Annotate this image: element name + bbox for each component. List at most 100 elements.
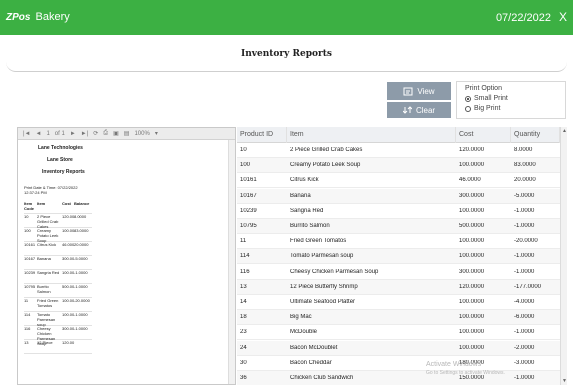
cell-product-id: 23 [240, 329, 247, 336]
print-icon[interactable]: ⎙ [103, 130, 108, 137]
mini-cell: -1.0000 [74, 312, 88, 317]
cell-item: Sangria Red [290, 207, 324, 214]
view-button[interactable]: View [387, 82, 451, 100]
table-row[interactable]: 24 Bacon McDoublet 100.0000 -2.0000 [237, 340, 560, 356]
mini-cell: 10167 [24, 256, 36, 261]
cell-quantity: -3.0000 [514, 359, 535, 366]
mini-table-row: 10 2 Piece Grilled Crab Cakes 120.00 8.0000 [24, 214, 92, 229]
radio-selected-icon[interactable] [465, 95, 471, 102]
table-row[interactable]: 23 McDouble 100.0000 -1.0000 [237, 325, 560, 341]
mini-table-row: 10795 Burrito Salmon 500.00 -1.0000 [24, 284, 92, 298]
page-count: of 1 [54, 130, 65, 137]
cell-cost: 100.0000 [459, 329, 485, 336]
table-row[interactable]: 116 Cheesy Chicken Parmesan Soup 300.0000 -… [237, 265, 560, 280]
table-row[interactable]: 10161 Citrus Kick 46.0000 20.0000 [237, 173, 560, 189]
mini-col-code: Item Code [24, 201, 34, 211]
big-print-radio[interactable]: Big Print [465, 105, 500, 112]
cell-item: Citrus Kick [290, 177, 319, 184]
view-icon [403, 87, 413, 95]
grid-scrollbar[interactable]: ▲ ▼ [560, 127, 567, 385]
first-page-icon[interactable]: |◄ [23, 131, 31, 137]
mini-cell: Fried Green Tomatos [37, 298, 59, 308]
mini-cell: -5.0000 [74, 256, 88, 261]
mini-cell: 10239 [24, 270, 36, 275]
mini-table-row: 10167 Banana 300.00 -5.0000 [24, 256, 92, 270]
mini-cell: Citrus Kick [37, 242, 57, 247]
mini-cell: Cheesy Chicken Parmesan Soup [37, 326, 56, 346]
prev-page-icon[interactable]: ◄ [36, 131, 42, 137]
next-page-icon[interactable]: ► [70, 131, 76, 137]
scroll-down-icon[interactable]: ▼ [562, 378, 567, 384]
export-icon[interactable]: ▤ [124, 130, 130, 137]
table-row[interactable]: 100 Creamy Potato Leek Soup 100.0000 83.000… [237, 158, 560, 174]
cell-cost: 120.0000 [459, 283, 485, 290]
mini-cell: 20.0000 [74, 242, 89, 247]
mini-cell: 46.000 [62, 242, 75, 247]
mini-cell: 100.00 [62, 228, 75, 233]
cell-quantity: -177.0000 [514, 283, 542, 290]
report-company: Lane Technologies [38, 145, 83, 151]
cell-product-id: 116 [240, 268, 250, 275]
table-row[interactable]: 18 Big Mac 100.0000 -6.0000 [237, 310, 560, 326]
table-row[interactable]: 36 Chicken Club Sandwich 150.0000 -1.0000 [237, 371, 560, 385]
col-item[interactable]: Item [287, 126, 456, 143]
table-row[interactable]: 30 Bacon Cheddar 180.0000 -3.0000 [237, 356, 560, 371]
title-bar: ZPos Bakery 07/22/2022 X [0, 0, 573, 35]
table-row[interactable]: 10 2 Piece Grilled Crab Cakes 120.0000 8.00… [237, 143, 560, 158]
layout-icon[interactable]: ▣ [113, 130, 119, 137]
cell-item: Banana [290, 192, 311, 199]
mini-cell: 500.00 [62, 284, 75, 289]
cell-quantity: -4.0000 [514, 299, 535, 305]
cell-cost: 100.0000 [459, 238, 485, 245]
report-mini-table: Item Code Item Cost Balance 10 2 Piece Gr… [24, 201, 92, 354]
table-row[interactable]: 10795 Burrito Salmon 500.0000 -1.0000 [237, 219, 560, 234]
mini-cell: 116 [24, 326, 31, 331]
mini-table-row: 114 Tomato Parmesan soup 100.00 -1.0000 [24, 312, 92, 327]
viewer-scrollbar[interactable] [228, 140, 235, 384]
mini-cell: 2 Piece Grilled Crab Cakes [37, 214, 59, 229]
col-quantity[interactable]: Quantity [511, 126, 560, 143]
cell-product-id: 10167 [240, 192, 257, 199]
mini-table-row: 13 12 Piece 120.00 [24, 340, 92, 354]
table-row[interactable]: 10167 Banana 300.0000 -5.0000 [237, 188, 560, 204]
current-date: 07/22/2022 [495, 12, 551, 24]
mini-cell: 100 [24, 228, 31, 233]
cell-item: Tomato Parmesan soup [290, 253, 354, 260]
cell-product-id: 13 [240, 283, 247, 290]
refresh-icon[interactable]: ⟳ [93, 130, 98, 137]
page-number[interactable]: 1 [46, 131, 49, 137]
mini-col-balance: Balance [74, 201, 90, 206]
mini-cell: 10 [24, 214, 29, 219]
clear-button[interactable]: Clear [387, 102, 451, 118]
cell-cost: 300.0000 [459, 192, 485, 199]
cell-quantity: -1.0000 [514, 253, 535, 260]
scroll-up-icon[interactable]: ▲ [562, 128, 567, 134]
last-page-icon[interactable]: ►| [81, 131, 89, 137]
cell-product-id: 10239 [240, 207, 257, 214]
cell-cost: 500.0000 [459, 223, 485, 229]
print-option-group: Print Option Small Print Big Print [456, 81, 566, 119]
mini-cell: 100.00 [62, 312, 75, 317]
mini-cell: 12 Piece [37, 340, 53, 345]
cell-product-id: 100 [240, 162, 251, 169]
table-row[interactable]: 10239 Sangria Red 100.0000 -1.0000 [237, 204, 560, 219]
close-icon[interactable]: X [559, 10, 567, 24]
zoom-level[interactable]: 100% [134, 131, 149, 137]
mini-cell [74, 340, 92, 353]
col-product-id[interactable]: Product ID [237, 126, 287, 143]
report-page: Lane Technologies Lane Store Inventory R… [20, 141, 228, 384]
table-row[interactable]: 114 Tomato Parmesan soup 100.0000 -1.0000 [237, 249, 560, 265]
table-row[interactable]: 11 Fried Green Tomatos 100.0000 -20.0000 [237, 234, 560, 250]
small-print-radio[interactable]: Small Print [465, 95, 508, 102]
cell-cost: 100.0000 [459, 299, 485, 305]
table-row[interactable]: 13 12 Piece Butterfly Shrimp 120.0000 -177.… [237, 279, 560, 295]
zoom-dropdown-icon[interactable]: ▾ [155, 130, 158, 137]
table-row[interactable]: 14 Ultimate Seafood Platter 100.0000 -4.000… [237, 295, 560, 310]
cell-item: Cheesy Chicken Parmesan Soup [290, 268, 379, 275]
cell-quantity: -1.0000 [514, 223, 535, 229]
mini-cell: 300.00 [62, 256, 75, 261]
mini-col-item: Item [37, 201, 46, 206]
radio-unselected-icon[interactable] [465, 105, 471, 112]
brand-logo: ZPos [6, 12, 31, 23]
col-cost[interactable]: Cost [456, 126, 511, 143]
